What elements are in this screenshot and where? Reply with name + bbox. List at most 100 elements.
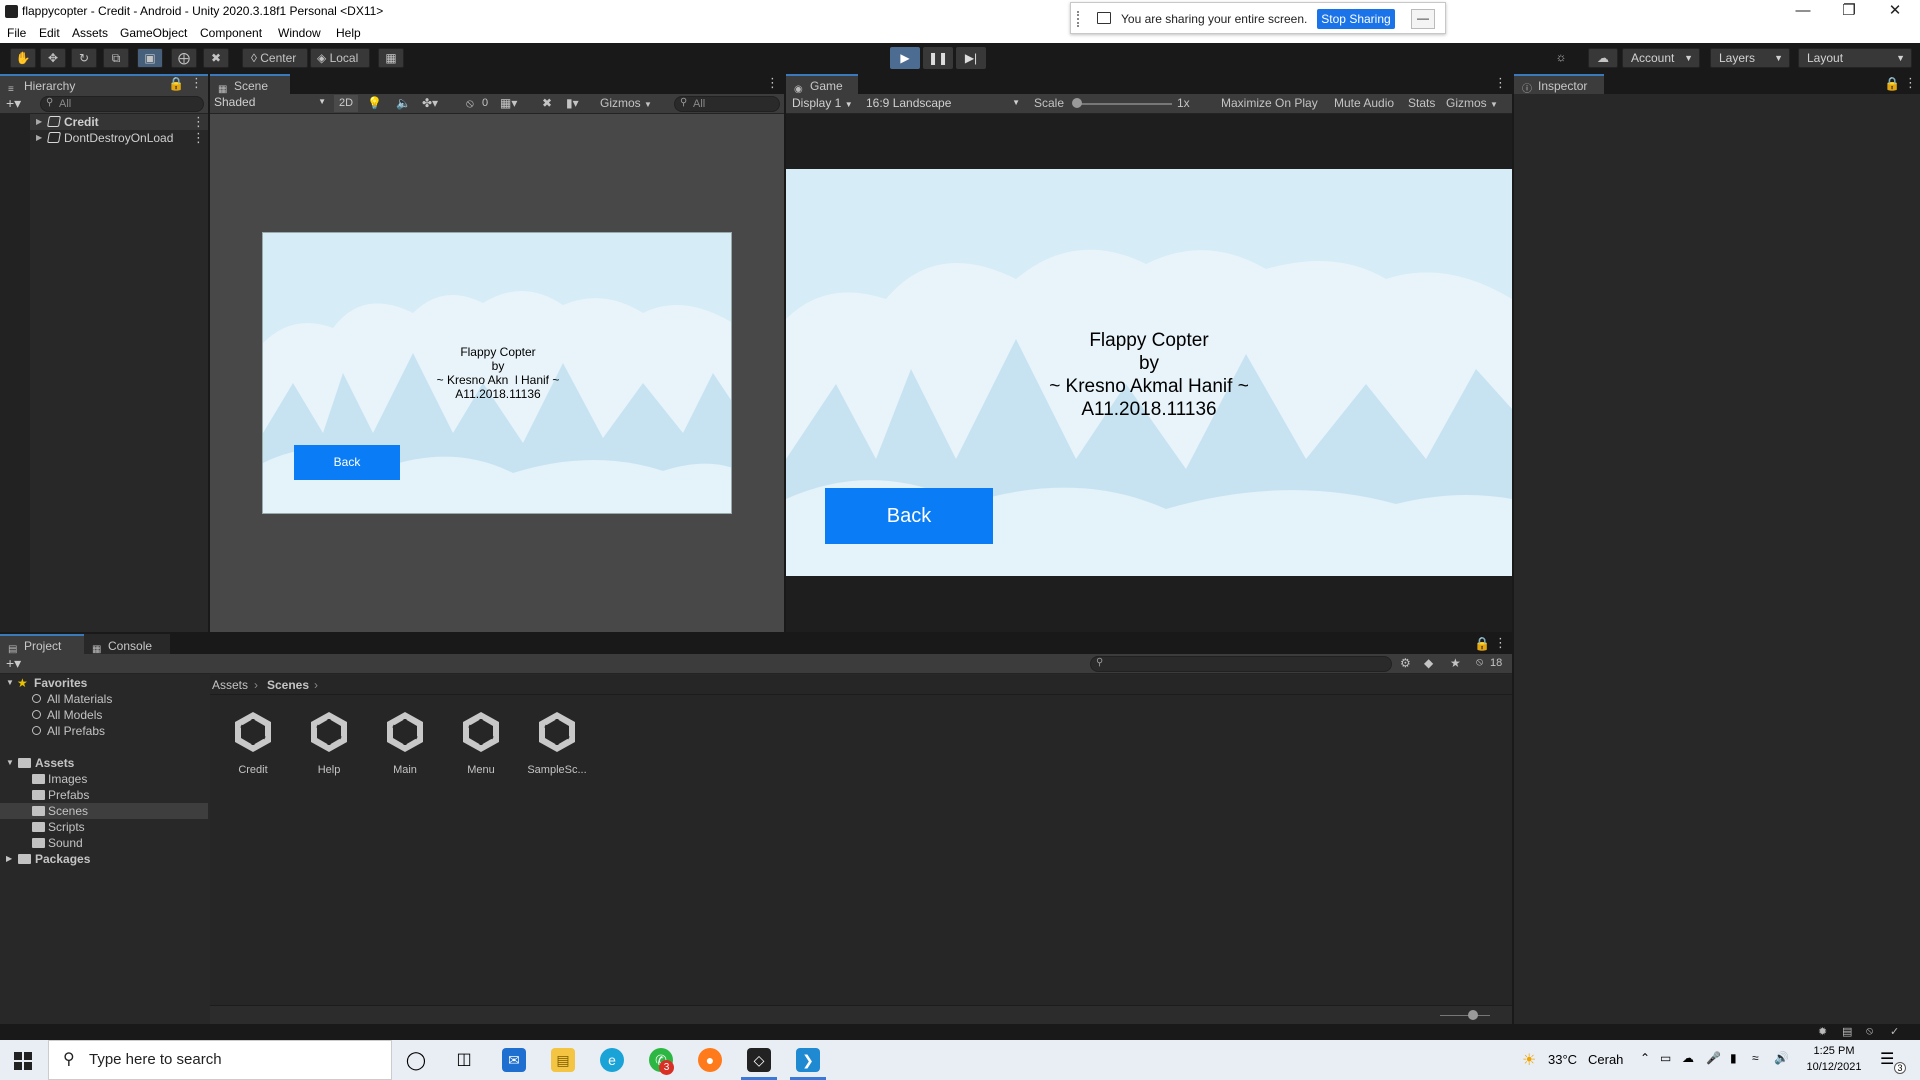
wifi-icon[interactable]: ≈ — [1752, 1051, 1759, 1065]
weather-text[interactable]: Cerah — [1588, 1052, 1623, 1067]
vscode-icon[interactable]: ❯ — [796, 1048, 820, 1072]
lock-icon[interactable]: 🔒 — [168, 76, 184, 92]
panel-menu-icon[interactable]: ⋮ — [190, 75, 203, 91]
rotate-tool-icon[interactable]: ↻ — [71, 48, 97, 68]
audio-icon[interactable]: 🔈 — [396, 96, 411, 110]
lock-icon[interactable]: 🔒 — [1474, 636, 1490, 652]
menu-file[interactable]: File — [7, 26, 26, 40]
menu-help[interactable]: Help — [336, 26, 361, 40]
onedrive-icon[interactable]: ☁ — [1682, 1051, 1694, 1065]
layout-dropdown[interactable]: Layout ▼ — [1798, 48, 1912, 68]
aspect-dropdown[interactable]: 16:9 Landscape ▼ — [866, 96, 1024, 110]
panel-menu-icon[interactable]: ⋮ — [1494, 75, 1507, 91]
panel-menu-icon[interactable]: ⋮ — [766, 75, 779, 91]
breadcrumb-assets[interactable]: Assets — [212, 675, 248, 695]
task-view-icon[interactable]: ◫ — [452, 1048, 476, 1072]
add-icon[interactable]: +▾ — [6, 655, 21, 672]
debug-icon[interactable]: ✹ — [1818, 1025, 1827, 1038]
menu-assets[interactable]: Assets — [72, 26, 108, 40]
tab-project[interactable]: ▤ Project — [0, 634, 84, 655]
breadcrumb-scenes[interactable]: Scenes — [267, 675, 309, 695]
custom-tool-icon[interactable]: ✖ — [203, 48, 229, 68]
folder-images[interactable]: Images — [0, 771, 208, 787]
expand-icon[interactable]: ▶ — [36, 130, 42, 146]
asset-scene-samplescene[interactable]: SampleSc... — [522, 709, 592, 776]
tab-game[interactable]: ◉ Game — [786, 74, 858, 95]
panel-menu-icon[interactable]: ⋮ — [1904, 75, 1917, 91]
hidden-packages-icon[interactable]: ⦸ — [1476, 656, 1483, 669]
project-search-input[interactable]: ⚲ — [1090, 656, 1392, 672]
chevron-up-icon[interactable]: ⌃ — [1640, 1051, 1650, 1065]
rect-tool-icon[interactable]: ▣ — [137, 48, 163, 68]
layers-dropdown[interactable]: Layers ▼ — [1710, 48, 1790, 68]
scale-slider[interactable] — [1076, 103, 1172, 105]
hand-tool-icon[interactable]: ✋ — [10, 48, 36, 68]
icon-size-slider-thumb[interactable] — [1468, 1010, 1478, 1020]
asset-scene-menu[interactable]: Menu — [446, 709, 516, 776]
cache-icon[interactable]: ▤ — [1842, 1025, 1852, 1038]
panel-menu-icon[interactable]: ⋮ — [1494, 635, 1507, 651]
file-explorer-icon[interactable]: ▤ — [551, 1048, 575, 1072]
lighting-icon[interactable]: 💡 — [367, 96, 382, 110]
play-button[interactable]: ▶ — [890, 47, 920, 69]
collab-icon[interactable]: ☼ — [1548, 48, 1574, 68]
scene-back-button[interactable]: Back — [294, 445, 400, 480]
transform-tool-icon[interactable]: ⨁ — [171, 48, 197, 68]
pivot-center-toggle[interactable]: ◊ Center — [242, 48, 308, 68]
mail-icon[interactable]: ✉ — [502, 1048, 526, 1072]
restore-icon[interactable]: ❐ — [1826, 0, 1872, 24]
scene-canvas[interactable]: Flappy Copter by ~ Kresno Akn l Hanif ~ … — [262, 232, 732, 514]
snap-grid-icon[interactable]: ▦ — [378, 48, 404, 68]
camera-icon[interactable]: ▮▾ — [566, 96, 579, 110]
expand-icon[interactable]: ▶ — [36, 114, 42, 130]
shading-dropdown[interactable]: Shaded ▼ — [212, 95, 330, 112]
hierarchy-search-input[interactable]: ⚲ All — [40, 96, 204, 112]
scene-search-input[interactable]: ⚲ All — [674, 96, 780, 112]
stop-sharing-button[interactable]: Stop Sharing — [1317, 9, 1395, 29]
pivot-space-toggle[interactable]: ◈ Local — [310, 48, 370, 68]
item-menu-icon[interactable]: ⋮ — [192, 130, 205, 146]
packages-folder[interactable]: ▶ Packages — [0, 851, 208, 867]
menu-gameobject[interactable]: GameObject — [120, 26, 187, 40]
star-icon[interactable]: ★ — [1450, 656, 1461, 670]
favorites-header[interactable]: ▼ ★ Favorites — [0, 675, 208, 691]
folder-sound[interactable]: Sound — [0, 835, 208, 851]
tab-inspector[interactable]: ⓘ Inspector — [1514, 74, 1604, 95]
auto-generate-icon[interactable]: ✓ — [1890, 1025, 1899, 1038]
icon-size-slider[interactable] — [1440, 1015, 1490, 1016]
game-view[interactable]: Flappy Copter by ~ Kresno Akmal Hanif ~ … — [786, 169, 1512, 576]
menu-edit[interactable]: Edit — [39, 26, 60, 40]
hierarchy-item-dontdestroyonload[interactable]: ▶ DontDestroyOnLoad ⋮ — [0, 130, 208, 146]
volume-icon[interactable]: 🔊 — [1774, 1051, 1789, 1065]
item-menu-icon[interactable]: ⋮ — [192, 114, 205, 130]
maximize-on-play-toggle[interactable]: Maximize On Play — [1221, 96, 1318, 110]
add-icon[interactable]: +▾ — [6, 95, 21, 112]
scale-slider-thumb[interactable] — [1072, 98, 1082, 108]
cloud-icon[interactable]: ☁ — [1588, 48, 1618, 68]
filter-type-icon[interactable]: ⚙ — [1400, 656, 1411, 670]
expand-icon[interactable]: ▼ — [6, 675, 14, 691]
close-icon[interactable]: ✕ — [1872, 0, 1918, 24]
mute-audio-toggle[interactable]: Mute Audio — [1334, 96, 1394, 110]
clock[interactable]: 1:25 PM 10/12/2021 — [1800, 1043, 1868, 1075]
asset-scene-help[interactable]: Help — [294, 709, 364, 776]
menu-component[interactable]: Component — [200, 26, 262, 40]
hidden-objects-icon[interactable]: ⦸ — [466, 96, 474, 111]
battery-monitor-icon[interactable]: ▭ — [1660, 1051, 1671, 1065]
expand-icon[interactable]: ▶ — [6, 851, 12, 867]
account-dropdown[interactable]: Account ▼ — [1622, 48, 1700, 68]
taskbar-search-input[interactable]: ⚲ Type here to search — [48, 1040, 392, 1080]
gizmos-dropdown[interactable]: Gizmos ▼ — [600, 96, 652, 110]
progress-icon[interactable]: ⦸ — [1866, 1025, 1873, 1038]
weather-icon[interactable]: ☀ — [1522, 1050, 1536, 1070]
hierarchy-item-credit[interactable]: ▶ Credit ⋮ — [0, 114, 208, 130]
tools-icon[interactable]: ✖ — [542, 96, 552, 110]
stats-toggle[interactable]: Stats — [1408, 96, 1435, 110]
edge-icon[interactable]: e — [600, 1048, 624, 1072]
game-back-button[interactable]: Back — [825, 488, 993, 544]
notification-icon[interactable]: ☰ — [1880, 1049, 1894, 1069]
scale-tool-icon[interactable]: ⧉ — [103, 48, 129, 68]
folder-scenes[interactable]: Scenes — [0, 803, 208, 819]
expand-icon[interactable]: ▼ — [6, 755, 14, 771]
step-button[interactable]: ▶| — [956, 47, 986, 69]
